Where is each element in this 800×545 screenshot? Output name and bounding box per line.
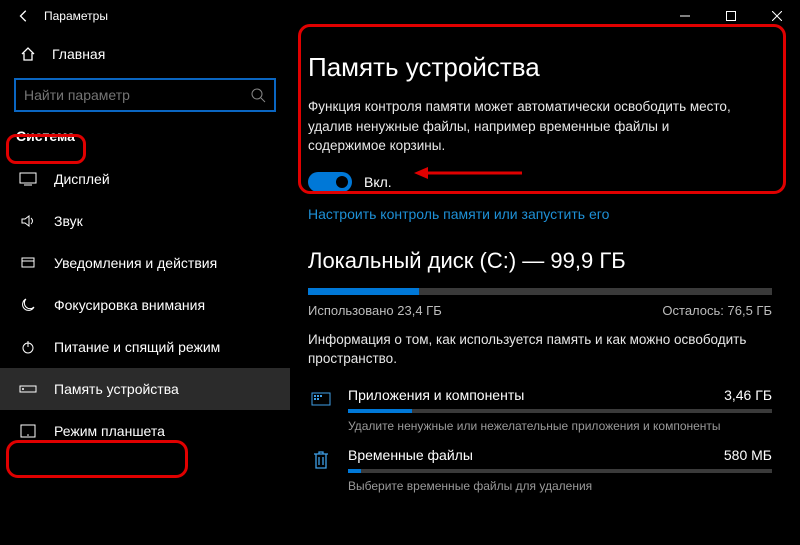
disk-title: Локальный диск (C:) — 99,9 ГБ (308, 248, 772, 274)
trash-icon (308, 447, 334, 471)
sidebar-item-label: Дисплей (54, 171, 110, 187)
sidebar-item-label: Фокусировка внимания (54, 297, 205, 313)
titlebar: Параметры (0, 0, 800, 32)
disk-usage-bar (308, 288, 772, 295)
storage-icon (18, 383, 38, 395)
window-title: Параметры (44, 9, 662, 23)
sidebar-item-label: Уведомления и действия (54, 255, 217, 271)
sidebar-item-label: Режим планшета (54, 423, 165, 439)
sidebar-item-display[interactable]: Дисплей (0, 158, 290, 200)
storage-sense-description: Функция контроля памяти может автоматиче… (308, 97, 748, 156)
sidebar-item-tablet[interactable]: Режим планшета (0, 410, 290, 452)
storage-item-sub: Выберите временные файлы для удаления (348, 479, 772, 493)
sound-icon (18, 213, 38, 229)
sidebar-item-power[interactable]: Питание и спящий режим (0, 326, 290, 368)
page-title: Память устройства (308, 52, 772, 83)
focus-icon (18, 297, 38, 313)
maximize-button[interactable] (708, 0, 754, 32)
storage-item-size: 3,46 ГБ (724, 387, 772, 403)
storage-item-size: 580 МБ (724, 447, 772, 463)
sidebar-item-notifications[interactable]: Уведомления и действия (0, 242, 290, 284)
search-box[interactable] (14, 78, 276, 112)
minimize-button[interactable] (662, 0, 708, 32)
sidebar-item-focus[interactable]: Фокусировка внимания (0, 284, 290, 326)
sidebar-item-label: Память устройства (54, 381, 179, 397)
sidebar-home-label: Главная (52, 46, 105, 62)
sidebar-section-label: Система (0, 124, 290, 148)
notifications-icon (18, 255, 38, 271)
search-input[interactable] (24, 87, 250, 103)
sidebar-item-label: Звук (54, 213, 83, 229)
storage-item-name: Временные файлы (348, 447, 473, 463)
storage-item-temp[interactable]: Временные файлы 580 МБ Выберите временны… (308, 447, 772, 493)
search-icon (250, 87, 266, 103)
tablet-icon (18, 424, 38, 438)
home-icon (18, 46, 38, 62)
disk-free-label: Осталось: 76,5 ГБ (662, 303, 772, 318)
storage-item-sub: Удалите ненужные или нежелательные прило… (348, 419, 772, 433)
apps-icon (308, 387, 334, 411)
sidebar-item-label: Питание и спящий режим (54, 339, 220, 355)
content-pane: Память устройства Функция контроля памят… (290, 32, 800, 545)
sidebar-item-storage[interactable]: Память устройства (0, 368, 290, 410)
storage-item-name: Приложения и компоненты (348, 387, 524, 403)
toggle-label: Вкл. (364, 174, 392, 190)
display-icon (18, 172, 38, 186)
sidebar: Главная Система Дисплей Звук (0, 32, 290, 545)
storage-item-apps[interactable]: Приложения и компоненты 3,46 ГБ Удалите … (308, 387, 772, 433)
sidebar-item-sound[interactable]: Звук (0, 200, 290, 242)
sidebar-home[interactable]: Главная (0, 36, 290, 72)
back-icon[interactable] (14, 9, 34, 23)
configure-storage-sense-link[interactable]: Настроить контроль памяти или запустить … (308, 206, 772, 222)
disk-info-text: Информация о том, как используется памят… (308, 330, 748, 369)
storage-sense-toggle[interactable] (308, 172, 352, 192)
power-icon (18, 339, 38, 355)
disk-used-label: Использовано 23,4 ГБ (308, 303, 442, 318)
close-button[interactable] (754, 0, 800, 32)
